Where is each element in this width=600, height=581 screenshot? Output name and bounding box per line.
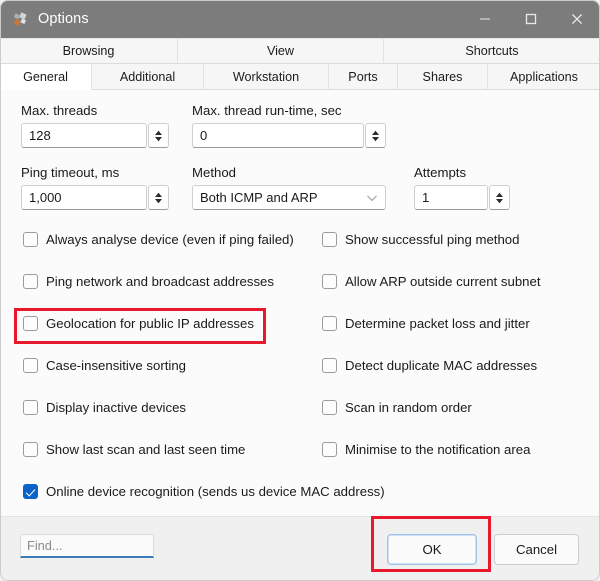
checkbox-box[interactable] [322, 274, 337, 289]
tab-applications[interactable]: Applications [488, 64, 600, 90]
tab-shortcuts[interactable]: Shortcuts [384, 38, 600, 64]
attempts-label: Attempts [414, 165, 467, 180]
tab-view[interactable]: View [178, 38, 384, 64]
dialog-footer: Find... OK Cancel [0, 516, 600, 581]
tab-label: Shortcuts [465, 44, 519, 58]
max-thread-runtime-label: Max. thread run-time, sec [192, 103, 342, 118]
checkbox-ping-network-broadcast[interactable]: Ping network and broadcast addresses [23, 274, 274, 289]
checkbox-box[interactable] [23, 400, 38, 415]
checkbox-label: Display inactive devices [46, 400, 186, 415]
tab-general[interactable]: General [0, 64, 92, 90]
checkbox-case-insensitive-sorting[interactable]: Case-insensitive sorting [23, 358, 186, 373]
checkbox-geolocation-public-ip[interactable]: Geolocation for public IP addresses [23, 316, 254, 331]
minimize-icon[interactable] [462, 0, 508, 38]
tab-row-group: Browsing View Shortcuts [0, 38, 600, 64]
window-controls [462, 0, 600, 38]
network-scanner-icon [11, 10, 29, 28]
ok-button[interactable]: OK [387, 534, 477, 565]
checkbox-label: Online device recognition (sends us devi… [46, 484, 385, 499]
checkbox-online-device-recognition[interactable]: Online device recognition (sends us devi… [23, 484, 385, 499]
find-input[interactable]: Find... [20, 534, 154, 558]
checkbox-box[interactable] [23, 232, 38, 247]
general-tab-panel: Max. threads Max. thread run-time, sec 1… [0, 90, 600, 516]
tab-strip: Browsing View Shortcuts General Addition… [0, 38, 600, 90]
max-threads-label: Max. threads [21, 103, 98, 118]
checkbox-minimise-to-notification-area[interactable]: Minimise to the notification area [322, 442, 530, 457]
checkbox-show-last-scan-last-seen[interactable]: Show last scan and last seen time [23, 442, 245, 457]
ping-timeout-label: Ping timeout, ms [21, 165, 120, 180]
title-bar[interactable]: Options [0, 0, 600, 38]
tab-workstation[interactable]: Workstation [204, 64, 329, 90]
tab-label: Applications [510, 69, 578, 84]
checkbox-box[interactable] [322, 316, 337, 331]
stepper-down-icon[interactable] [154, 136, 163, 142]
checkbox-box[interactable] [23, 442, 38, 457]
tab-shares[interactable]: Shares [398, 64, 488, 90]
tab-label: Browsing [62, 44, 115, 58]
tab-label: Shares [422, 69, 463, 84]
checkbox-label: Show successful ping method [345, 232, 520, 247]
stepper-down-icon[interactable] [495, 198, 504, 204]
checkbox-box[interactable] [23, 358, 38, 373]
max-threads-stepper[interactable] [148, 123, 169, 148]
checkbox-label: Ping network and broadcast addresses [46, 274, 274, 289]
checkbox-show-successful-ping-method[interactable]: Show successful ping method [322, 232, 519, 247]
checkbox-box[interactable] [23, 484, 38, 499]
method-selected-value: Both ICMP and ARP [200, 190, 318, 205]
tab-additional[interactable]: Additional [92, 64, 204, 90]
checkbox-label: Geolocation for public IP addresses [46, 316, 254, 331]
method-select[interactable]: Both ICMP and ARP [192, 185, 386, 210]
checkbox-box[interactable] [23, 316, 38, 331]
checkbox-detect-duplicate-mac[interactable]: Detect duplicate MAC addresses [322, 358, 537, 373]
max-thread-runtime-input[interactable]: 0 [192, 123, 364, 148]
attempts-input[interactable]: 1 [414, 185, 488, 210]
ping-timeout-stepper[interactable] [148, 185, 169, 210]
stepper-down-icon[interactable] [154, 198, 163, 204]
checkbox-label: Determine packet loss and jitter [345, 316, 530, 331]
checkbox-label: Case-insensitive sorting [46, 358, 186, 373]
stepper-down-icon[interactable] [371, 136, 380, 142]
ping-timeout-input[interactable]: 1,000 [21, 185, 147, 210]
checkbox-box[interactable] [322, 442, 337, 457]
checkbox-determine-packet-loss-jitter[interactable]: Determine packet loss and jitter [322, 316, 530, 331]
tab-label: Ports [348, 69, 378, 84]
cancel-button[interactable]: Cancel [494, 534, 579, 565]
tab-label: Additional [119, 69, 176, 84]
checkbox-label: Show last scan and last seen time [46, 442, 246, 457]
checkbox-scan-in-random-order[interactable]: Scan in random order [322, 400, 472, 415]
options-dialog-window: Options Browsing View Shortcuts General … [0, 0, 600, 581]
checkbox-allow-arp-outside-subnet[interactable]: Allow ARP outside current subnet [322, 274, 540, 289]
checkbox-label: Minimise to the notification area [345, 442, 531, 457]
checkbox-label: Detect duplicate MAC addresses [345, 358, 538, 373]
checkbox-box[interactable] [322, 358, 337, 373]
checkbox-label: Always analyse device (even if ping fail… [46, 232, 294, 247]
close-icon[interactable] [554, 0, 600, 38]
checkbox-box[interactable] [23, 274, 38, 289]
tab-label: General [23, 69, 68, 84]
tab-label: View [266, 44, 295, 58]
checkbox-always-analyse-device[interactable]: Always analyse device (even if ping fail… [23, 232, 294, 247]
tab-label: Workstation [232, 69, 300, 84]
max-threads-input[interactable]: 128 [21, 123, 147, 148]
window-title: Options [38, 11, 89, 27]
chevron-down-icon [366, 190, 378, 205]
checkbox-box[interactable] [322, 232, 337, 247]
tab-browsing[interactable]: Browsing [0, 38, 178, 64]
attempts-stepper[interactable] [489, 185, 510, 210]
max-thread-runtime-stepper[interactable] [365, 123, 386, 148]
method-label: Method [192, 165, 236, 180]
checkbox-label: Scan in random order [345, 400, 472, 415]
checkbox-label: Allow ARP outside current subnet [345, 274, 541, 289]
tab-ports[interactable]: Ports [329, 64, 398, 90]
tab-row-pages: General Additional Workstation Ports Sha… [0, 64, 600, 90]
checkbox-display-inactive-devices[interactable]: Display inactive devices [23, 400, 186, 415]
checkbox-box[interactable] [322, 400, 337, 415]
maximize-icon[interactable] [508, 0, 554, 38]
